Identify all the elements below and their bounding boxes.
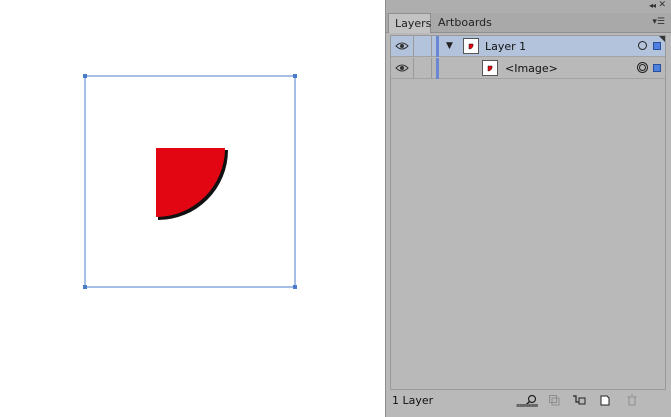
visibility-eye-icon[interactable] xyxy=(395,41,409,51)
panel-menu-icon[interactable]: ▾☰ xyxy=(652,17,665,27)
selection-handle-top-left[interactable] xyxy=(83,74,87,78)
column-divider xyxy=(431,58,432,79)
selection-indicator-icon[interactable] xyxy=(653,42,661,50)
make-clipping-mask-icon[interactable] xyxy=(546,392,562,408)
collapse-panel-icon[interactable]: ◂◂ xyxy=(649,1,656,10)
layer-thumbnail xyxy=(463,38,479,54)
layer-count: 1 Layer xyxy=(392,394,434,407)
layer-color-bar xyxy=(436,36,439,57)
close-panel-icon[interactable]: ✕ xyxy=(658,0,666,10)
quarter-circle-shape[interactable] xyxy=(156,148,225,217)
create-new-layer-icon[interactable] xyxy=(597,392,613,408)
column-divider xyxy=(413,58,414,79)
panel-footer: 1 Layer ▪▪▪▪▪▪▪ xyxy=(386,391,671,411)
selection-handle-bottom-left[interactable] xyxy=(83,285,87,289)
image-thumbnail xyxy=(482,60,498,76)
tab-layers[interactable]: Layers xyxy=(388,13,431,33)
artboard-canvas[interactable] xyxy=(0,0,385,417)
panel-title-bar[interactable]: ◂◂ ✕ xyxy=(386,0,671,13)
layers-list[interactable]: ▼ Layer 1 <Image> xyxy=(390,35,666,390)
tab-artboards[interactable]: Artboards xyxy=(432,13,492,32)
layer-row-image[interactable]: <Image> xyxy=(391,58,665,79)
panel-tab-bar: Layers Artboards ▾☰ xyxy=(386,13,671,33)
layer-color-bar xyxy=(436,58,439,79)
artwork[interactable] xyxy=(0,0,385,417)
selected-art-corner-icon xyxy=(659,36,665,42)
column-divider xyxy=(431,36,432,57)
resize-grip-icon[interactable]: ▪▪▪▪▪▪▪ xyxy=(516,402,538,409)
selection-indicator-icon[interactable] xyxy=(653,64,661,72)
target-circle-icon[interactable] xyxy=(638,41,647,50)
visibility-eye-icon[interactable] xyxy=(395,63,409,73)
create-sublayer-icon[interactable] xyxy=(571,392,587,408)
selection-handle-top-right[interactable] xyxy=(293,74,297,78)
delete-icon[interactable] xyxy=(624,392,640,408)
expand-triangle-icon[interactable]: ▼ xyxy=(446,41,453,51)
layer-name[interactable]: Layer 1 xyxy=(485,40,526,53)
column-divider xyxy=(413,36,414,57)
target-appearance-icon[interactable] xyxy=(637,62,648,73)
selection-handle-bottom-right[interactable] xyxy=(293,285,297,289)
layers-panel: ◂◂ ✕ Layers Artboards ▾☰ ▼ Layer 1 <Imag… xyxy=(385,0,671,417)
object-name[interactable]: <Image> xyxy=(505,62,558,75)
layer-row-layer-1[interactable]: ▼ Layer 1 xyxy=(391,36,665,57)
